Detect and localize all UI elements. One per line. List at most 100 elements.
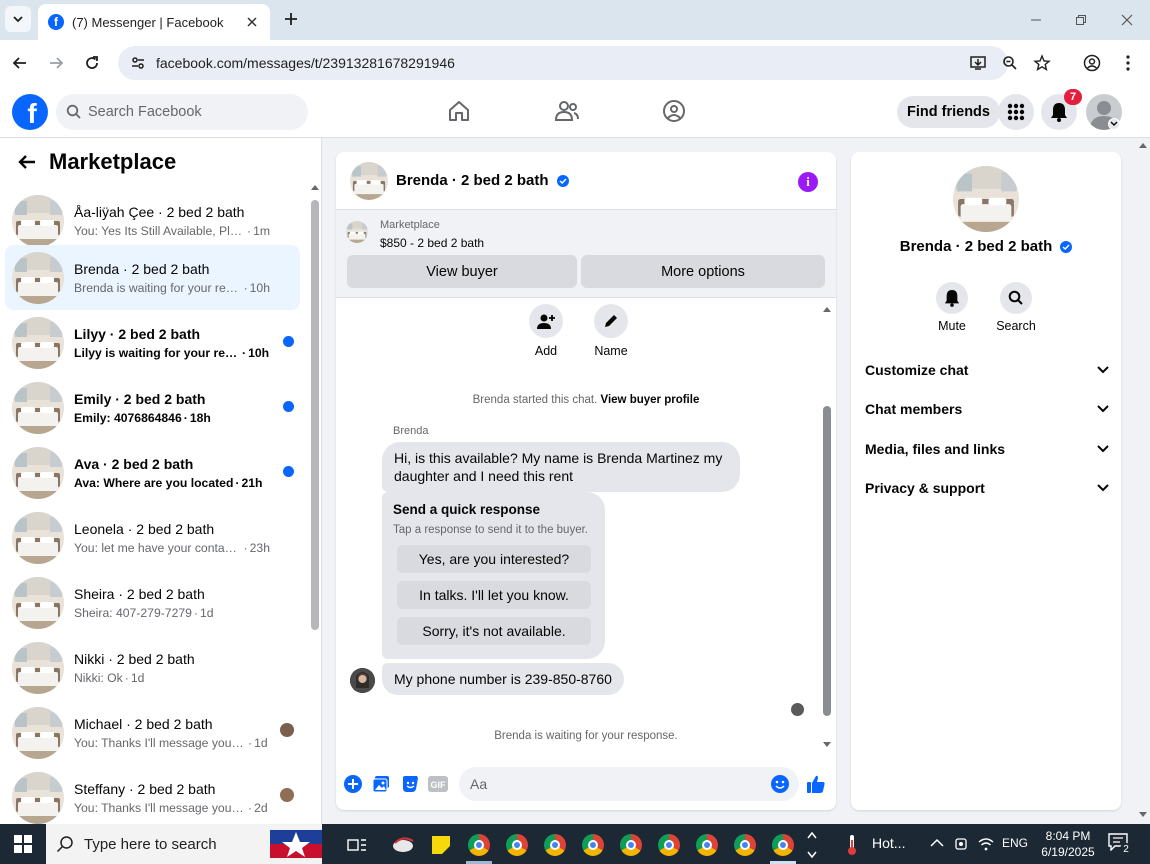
reload-button[interactable] [81, 52, 103, 74]
chat-title[interactable]: Brenda · 2 bed 2 bath [396, 172, 549, 189]
chat-members-section[interactable]: Chat members [865, 397, 1109, 421]
clock-time: 8:04 PM [1045, 829, 1091, 843]
add-people-action[interactable]: Add [521, 304, 571, 358]
start-button[interactable] [0, 824, 46, 864]
forward-button[interactable] [45, 52, 67, 74]
gif-button[interactable]: GIF [428, 774, 448, 794]
listing-thumbnail [12, 381, 64, 434]
meet-now-icon[interactable] [954, 836, 968, 852]
chevron-down-icon [1097, 445, 1109, 453]
chrome-app-active[interactable] [770, 832, 796, 858]
arrow-right-icon [50, 57, 64, 69]
conversations-scrollbar[interactable] [311, 185, 319, 824]
mute-action[interactable]: Mute [922, 282, 982, 333]
sender-avatar[interactable] [350, 668, 375, 693]
find-friends-button[interactable]: Find friends [897, 96, 1000, 128]
groups-nav[interactable] [659, 96, 689, 126]
conversation-item[interactable]: Ava · 2 bed 2 bath Ava: Where are you lo… [5, 440, 300, 505]
facebook-search[interactable] [56, 94, 308, 130]
scrollbar-thumb[interactable] [823, 406, 831, 716]
wifi-icon[interactable] [978, 836, 994, 852]
quick-response-button[interactable]: Yes, are you interested? [397, 545, 591, 573]
search-in-chat-action[interactable]: Search [986, 282, 1046, 333]
conversation-item[interactable]: Nikki · 2 bed 2 bath Nikki: Ok · 1d [5, 635, 300, 700]
chrome-app[interactable] [618, 832, 644, 858]
conversation-item[interactable]: Steffany · 2 bed 2 bath You: Thanks I'll… [5, 765, 300, 824]
thermometer-icon[interactable] [846, 834, 858, 856]
profile-button[interactable] [1078, 49, 1106, 77]
attach-photo-button[interactable] [371, 774, 391, 794]
send-like-button[interactable] [806, 774, 826, 794]
name-chat-action[interactable]: Name [586, 304, 636, 358]
emoji-button[interactable] [770, 774, 790, 794]
close-window-button[interactable] [1115, 8, 1139, 32]
chrome-app[interactable] [504, 832, 530, 858]
chat-scrollbar[interactable] [822, 306, 832, 752]
install-app-button[interactable] [964, 49, 992, 77]
conversation-item[interactable]: Michael · 2 bed 2 bath You: Thanks I'll … [5, 700, 300, 765]
chat-avatar[interactable] [350, 161, 388, 200]
facebook-logo-icon[interactable]: f [12, 94, 48, 130]
media-files-section[interactable]: Media, files and links [865, 437, 1109, 461]
back-button[interactable] [14, 149, 40, 175]
menu-button[interactable] [998, 94, 1034, 130]
tab-search-button[interactable] [5, 6, 31, 32]
chrome-app[interactable] [656, 832, 682, 858]
info-avatar[interactable] [953, 166, 1019, 232]
account-chevron-icon[interactable] [1108, 118, 1120, 130]
message-input[interactable] [459, 767, 799, 801]
zoom-button[interactable] [996, 49, 1024, 77]
browser-menu-button[interactable] [1114, 49, 1142, 77]
scrollbar-thumb[interactable] [311, 200, 319, 630]
listing-thumbnail[interactable] [346, 221, 368, 243]
chrome-app[interactable] [466, 832, 492, 858]
home-nav[interactable] [444, 96, 474, 126]
task-view-button[interactable] [344, 832, 370, 858]
url-text[interactable]: facebook.com/messages/t/2391328167829194… [156, 55, 1008, 71]
privacy-support-section[interactable]: Privacy & support [865, 476, 1109, 500]
language-indicator[interactable]: ENG [1002, 836, 1028, 850]
chrome-app[interactable] [732, 832, 758, 858]
chrome-app[interactable] [694, 832, 720, 858]
chat-header: Brenda · 2 bed 2 bath i [336, 152, 836, 210]
action-center-button[interactable]: 2 [1108, 833, 1132, 855]
view-buyer-button[interactable]: View buyer [347, 255, 577, 288]
weather-text[interactable]: Hot... [872, 835, 905, 851]
tab-close-button[interactable] [244, 14, 260, 30]
conversation-item[interactable]: Sheira · 2 bed 2 bath Sheira: 407-279-72… [5, 570, 300, 635]
facebook-search-input[interactable] [88, 104, 288, 120]
view-buyer-profile-link[interactable]: View buyer profile [601, 394, 700, 406]
more-options-button[interactable]: More options [581, 255, 825, 288]
conversation-item[interactable]: Emily · 2 bed 2 bath Emily: 4076864846 · 1… [5, 375, 300, 440]
conversation-item-active[interactable]: Brenda · 2 bed 2 bath Brenda is waiting … [5, 245, 300, 310]
more-actions-button[interactable] [343, 774, 363, 794]
restore-button[interactable] [1069, 8, 1093, 32]
clock[interactable]: 8:04 PM 6/19/2025 [1036, 828, 1100, 860]
new-tab-button[interactable] [280, 8, 302, 30]
conversation-item[interactable]: Åa-liÿah Çee · 2 bed 2 bath You: Yes Its… [5, 188, 300, 253]
conversation-item[interactable]: Lilyy · 2 bed 2 bath Lilyy is waiting fo… [5, 310, 300, 375]
app-icon[interactable] [390, 832, 416, 858]
minimize-button[interactable] [1024, 8, 1048, 32]
plus-icon [285, 13, 297, 25]
chevron-up-icon[interactable] [930, 838, 944, 848]
taskbar-scroll-icon[interactable] [806, 830, 818, 860]
taskbar-search[interactable]: Type here to search [46, 824, 322, 864]
address-bar[interactable]: facebook.com/messages/t/2391328167829194… [118, 46, 1008, 80]
bookmark-button[interactable] [1028, 49, 1056, 77]
quick-response-button[interactable]: Sorry, it's not available. [397, 617, 591, 645]
browser-tab[interactable]: f (7) Messenger | Facebook [38, 4, 270, 40]
conversation-item[interactable]: Leonela · 2 bed 2 bath You: let me have … [5, 505, 300, 570]
chat-started-notice: Brenda started this chat. View buyer pro… [336, 394, 836, 406]
quick-response-button[interactable]: In talks. I'll let you know. [397, 581, 591, 609]
friends-nav[interactable] [552, 96, 582, 126]
customize-chat-section[interactable]: Customize chat [865, 358, 1109, 382]
chrome-app[interactable] [542, 832, 568, 858]
chat-info-button[interactable]: i [798, 172, 818, 192]
chrome-app[interactable] [580, 832, 606, 858]
page-scrollbar[interactable] [1136, 138, 1150, 824]
back-button[interactable] [9, 52, 31, 74]
site-settings-icon[interactable] [126, 51, 150, 75]
sticker-button[interactable] [400, 774, 420, 794]
sticky-notes-app[interactable] [428, 832, 454, 858]
